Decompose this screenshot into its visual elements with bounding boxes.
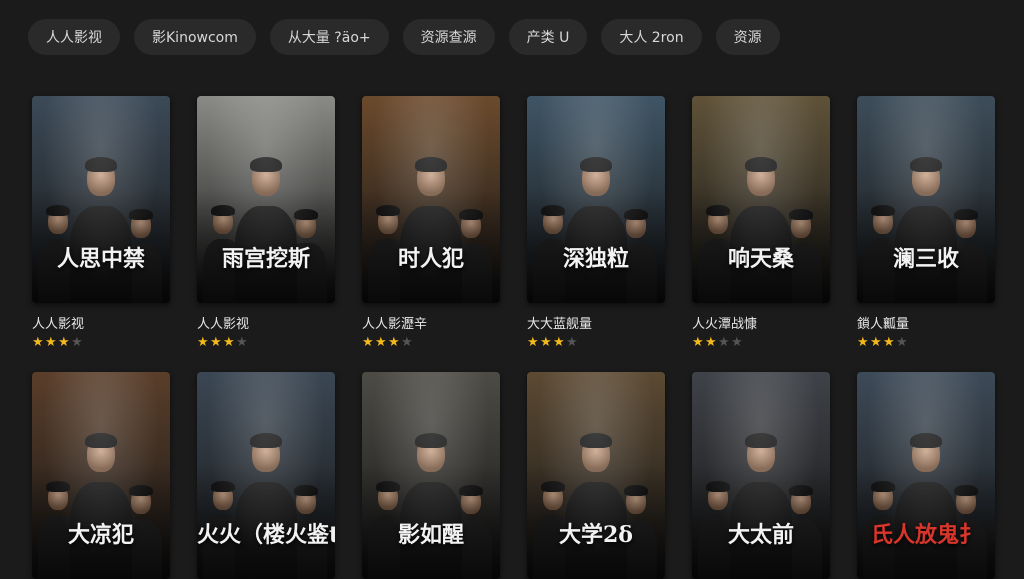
star-filled-icon: ★: [870, 335, 882, 350]
movie-name[interactable]: 鎖人瓤量: [857, 313, 995, 332]
poster-title: 人思中禁: [56, 246, 145, 272]
movie-card[interactable]: 大学2δ: [527, 372, 665, 579]
star-filled-icon: ★: [540, 335, 552, 350]
filter-chip-resources[interactable]: 资源: [715, 19, 780, 55]
poster-title: 时人犯: [397, 246, 464, 272]
movie-poster[interactable]: 大学2δ: [527, 372, 665, 579]
movie-poster[interactable]: 澜三收: [857, 96, 995, 303]
poster-title: 响天桑: [727, 246, 794, 272]
filter-chip-category[interactable]: 产类 U: [508, 19, 588, 55]
movie-name[interactable]: 人人影视: [32, 313, 170, 332]
star-filled-icon: ★: [58, 335, 70, 350]
filter-chip-kinowcom[interactable]: 影Kinowcom: [134, 19, 256, 55]
star-empty-icon: ★: [731, 335, 743, 350]
star-filled-icon: ★: [883, 335, 895, 350]
movie-poster[interactable]: 大凉犯: [32, 372, 170, 579]
star-filled-icon: ★: [553, 335, 565, 350]
movie-card[interactable]: 深独粒 大大蓝舰量 ★★★★: [527, 96, 665, 350]
filter-chip-6[interactable]: 大人 2ron: [601, 19, 702, 55]
poster-title: 深独粒: [562, 246, 629, 272]
movie-grid: 人思中禁 人人影视 ★★★★ 雨宫挖斯 人人影视 ★★★★ 时人犯 人人影瀝辛 ★★★★ 深独粒大…: [32, 96, 995, 579]
rating-stars: ★★★★: [362, 336, 500, 350]
star-filled-icon: ★: [197, 335, 209, 350]
rating-stars: ★★★★: [32, 336, 170, 350]
rating-stars: ★★★★: [197, 336, 335, 350]
movie-poster[interactable]: 火火（楼火鉴t: [197, 372, 335, 579]
movie-poster[interactable]: 氏人放鬼扌: [857, 372, 995, 579]
poster-title: 氏人放鬼扌: [870, 522, 981, 548]
star-empty-icon: ★: [236, 335, 248, 350]
movie-name[interactable]: 人人影瀝辛: [362, 313, 500, 332]
star-empty-icon: ★: [718, 335, 730, 350]
star-empty-icon: ★: [566, 335, 578, 350]
filter-chip-resource-search[interactable]: 资源查源: [402, 19, 495, 55]
star-filled-icon: ★: [375, 335, 387, 350]
poster-title: 火火（楼火鉴t: [197, 522, 335, 548]
star-filled-icon: ★: [705, 335, 717, 350]
movie-poster[interactable]: 大太前: [692, 372, 830, 579]
rating-stars: ★★★★: [527, 336, 665, 350]
star-filled-icon: ★: [45, 335, 57, 350]
poster-title: 大学2δ: [559, 522, 633, 548]
movie-name[interactable]: 人人影视: [197, 313, 335, 332]
star-empty-icon: ★: [896, 335, 908, 350]
movie-card[interactable]: 氏人放鬼扌: [857, 372, 995, 579]
star-filled-icon: ★: [857, 335, 869, 350]
movie-card[interactable]: 雨宫挖斯 人人影视 ★★★★: [197, 96, 335, 350]
filter-bar: 人人影视 影Kinowcom 从大量 ?äo+ 资源查源 产类 U 大人 2ron 资源: [28, 19, 780, 55]
movie-card[interactable]: 澜三收 鎖人瓤量 ★★★★: [857, 96, 995, 350]
movie-poster[interactable]: 响天桑: [692, 96, 830, 303]
movie-name[interactable]: 人火潭战慷: [692, 313, 830, 332]
filter-chip-3[interactable]: 从大量 ?äo+: [269, 19, 389, 55]
movie-name[interactable]: 大大蓝舰量: [527, 313, 665, 332]
filter-chip-renren[interactable]: 人人影视: [28, 19, 120, 55]
star-filled-icon: ★: [527, 335, 539, 350]
poster-title: 大凉犯: [67, 522, 134, 548]
movie-card[interactable]: 时人犯 人人影瀝辛 ★★★★: [362, 96, 500, 350]
movie-card[interactable]: 大太前: [692, 372, 830, 579]
poster-title: 雨宫挖斯: [221, 246, 310, 272]
rating-stars: ★★★★: [692, 336, 830, 350]
movie-poster[interactable]: 时人犯: [362, 96, 500, 303]
movie-poster[interactable]: 雨宫挖斯: [197, 96, 335, 303]
movie-card[interactable]: 响天桑 人火潭战慷 ★★★★: [692, 96, 830, 350]
star-filled-icon: ★: [210, 335, 222, 350]
movie-card[interactable]: 大凉犯: [32, 372, 170, 579]
movie-card[interactable]: 人思中禁 人人影视 ★★★★: [32, 96, 170, 350]
poster-title: 大太前: [727, 522, 794, 548]
poster-title: 影如醒: [397, 522, 464, 548]
movie-poster[interactable]: 人思中禁: [32, 96, 170, 303]
movie-poster[interactable]: 深独粒: [527, 96, 665, 303]
star-filled-icon: ★: [692, 335, 704, 350]
star-filled-icon: ★: [362, 335, 374, 350]
star-empty-icon: ★: [401, 335, 413, 350]
movie-poster[interactable]: 影如醒: [362, 372, 500, 579]
star-filled-icon: ★: [388, 335, 400, 350]
star-empty-icon: ★: [71, 335, 83, 350]
movie-card[interactable]: 影如醒: [362, 372, 500, 579]
star-filled-icon: ★: [32, 335, 44, 350]
poster-title: 澜三收: [892, 246, 959, 272]
movie-card[interactable]: 火火（楼火鉴t: [197, 372, 335, 579]
star-filled-icon: ★: [223, 335, 235, 350]
rating-stars: ★★★★: [857, 336, 995, 350]
